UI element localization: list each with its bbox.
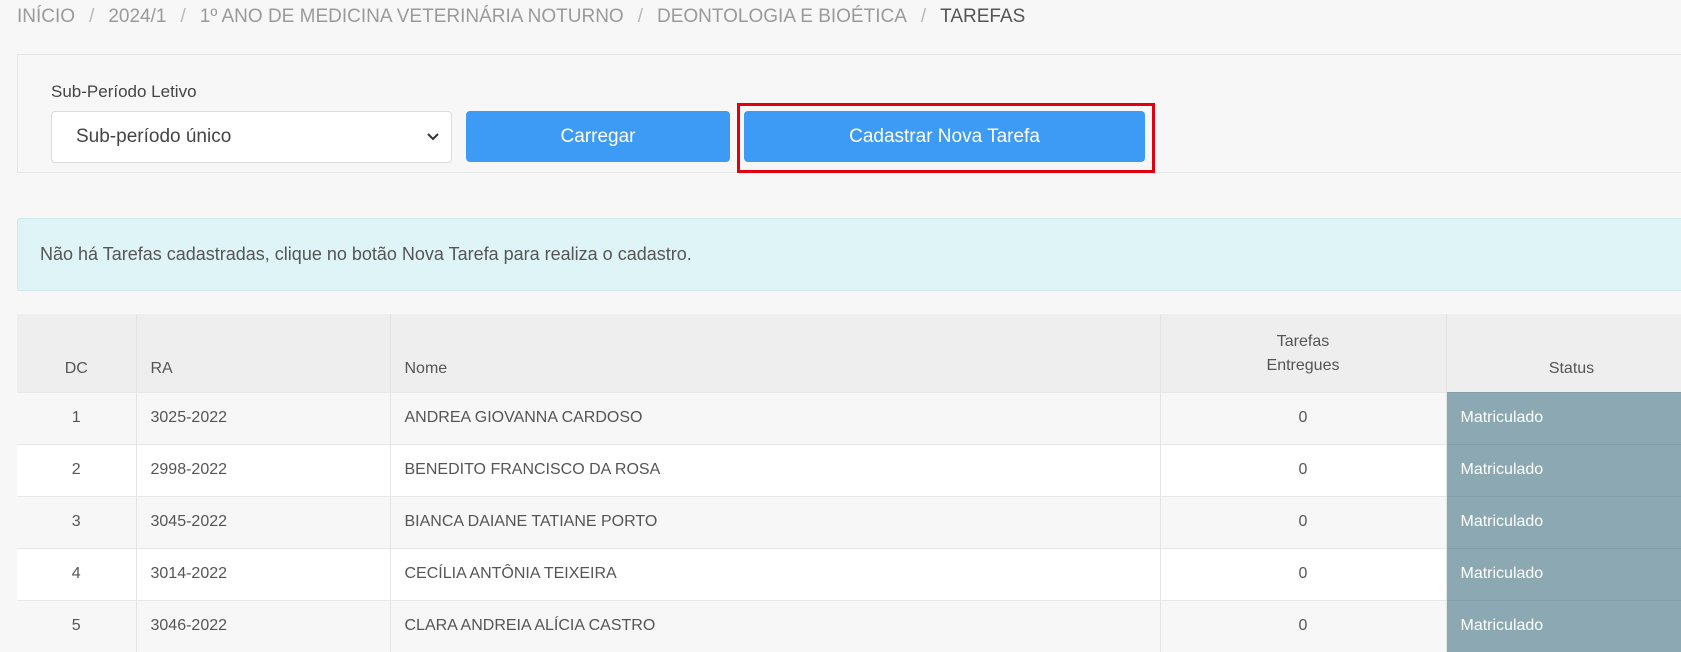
breadcrumb-separator: / (920, 6, 927, 27)
cell-nome: BIANCA DAIANE TATIANE PORTO (390, 495, 1161, 548)
breadcrumb-item-course[interactable]: 1º ANO DE MEDICINA VETERINÁRIA NOTURNO (200, 6, 624, 28)
sub-period-select[interactable]: Sub-período único (51, 111, 452, 163)
cell-nome: ANDREA GIOVANNA CARDOSO (390, 391, 1161, 444)
header-tarefas-line1: Tarefas (1276, 332, 1330, 350)
header-dc[interactable]: DC (17, 314, 137, 392)
table-row[interactable]: 1 3025-2022 ANDREA GIOVANNA CARDOSO 0 Ma… (17, 391, 1681, 444)
header-tarefas-entregues[interactable]: Tarefas Entregues (1160, 314, 1447, 392)
breadcrumb-separator: / (89, 6, 95, 27)
header-nome[interactable]: Nome (390, 314, 1161, 392)
header-tarefas-line2: Entregues (1266, 356, 1340, 374)
cell-dc: 1 (17, 391, 137, 444)
students-table: DC RA Nome Tarefas Entregues Status 1 30… (17, 314, 1681, 652)
status-badge: Matriculado (1446, 547, 1681, 600)
cell-nome: BENEDITO FRANCISCO DA ROSA (390, 443, 1161, 496)
breadcrumb-current: TAREFAS (940, 6, 1026, 27)
breadcrumb-item-period[interactable]: 2024/1 (108, 6, 166, 28)
cell-tarefas: 0 (1160, 391, 1447, 444)
status-badge: Matriculado (1446, 495, 1681, 548)
status-badge: Matriculado (1446, 391, 1681, 444)
cell-tarefas: 0 (1160, 547, 1447, 600)
chevron-down-icon (427, 133, 439, 141)
cell-ra: 3025-2022 (136, 391, 391, 444)
cell-ra: 3014-2022 (136, 547, 391, 600)
cell-dc: 2 (17, 443, 137, 496)
breadcrumb: INÍCIO / 2024/1 / 1º ANO DE MEDICINA VET… (17, 6, 1025, 28)
table-header-row: DC RA Nome Tarefas Entregues Status (17, 314, 1681, 392)
header-status[interactable]: Status (1446, 314, 1681, 392)
header-ra[interactable]: RA (136, 314, 391, 392)
breadcrumb-separator: / (637, 6, 643, 27)
cell-tarefas: 0 (1160, 599, 1447, 652)
load-button[interactable]: Carregar (466, 111, 730, 162)
status-badge: Matriculado (1446, 443, 1681, 496)
info-alert: Não há Tarefas cadastradas, clique no bo… (17, 218, 1681, 291)
breadcrumb-item-inicio[interactable]: INÍCIO (17, 6, 75, 28)
cell-tarefas: 0 (1160, 443, 1447, 496)
cell-ra: 3045-2022 (136, 495, 391, 548)
breadcrumb-separator: / (180, 6, 186, 27)
table-row[interactable]: 2 2998-2022 BENEDITO FRANCISCO DA ROSA 0… (17, 443, 1681, 496)
new-task-button[interactable]: Cadastrar Nova Tarefa (744, 111, 1145, 162)
alert-message: Não há Tarefas cadastradas, clique no bo… (40, 244, 692, 264)
table-row[interactable]: 4 3014-2022 CECÍLIA ANTÔNIA TEIXEIRA 0 M… (17, 547, 1681, 600)
cell-ra: 3046-2022 (136, 599, 391, 652)
cell-dc: 3 (17, 495, 137, 548)
cell-ra: 2998-2022 (136, 443, 391, 496)
table-row[interactable]: 3 3045-2022 BIANCA DAIANE TATIANE PORTO … (17, 495, 1681, 548)
sub-period-selected-value: Sub-período único (76, 126, 232, 147)
filter-panel: Sub-Período Letivo Sub-período único Car… (17, 54, 1681, 173)
cell-nome: CLARA ANDREIA ALÍCIA CASTRO (390, 599, 1161, 652)
status-badge: Matriculado (1446, 599, 1681, 652)
cell-dc: 4 (17, 547, 137, 600)
cell-tarefas: 0 (1160, 495, 1447, 548)
cell-dc: 5 (17, 599, 137, 652)
breadcrumb-item-subject[interactable]: DEONTOLOGIA E BIOÉTICA (657, 6, 907, 28)
table-row[interactable]: 5 3046-2022 CLARA ANDREIA ALÍCIA CASTRO … (17, 599, 1681, 652)
sub-period-label: Sub-Período Letivo (51, 82, 197, 101)
cell-nome: CECÍLIA ANTÔNIA TEIXEIRA (390, 547, 1161, 600)
